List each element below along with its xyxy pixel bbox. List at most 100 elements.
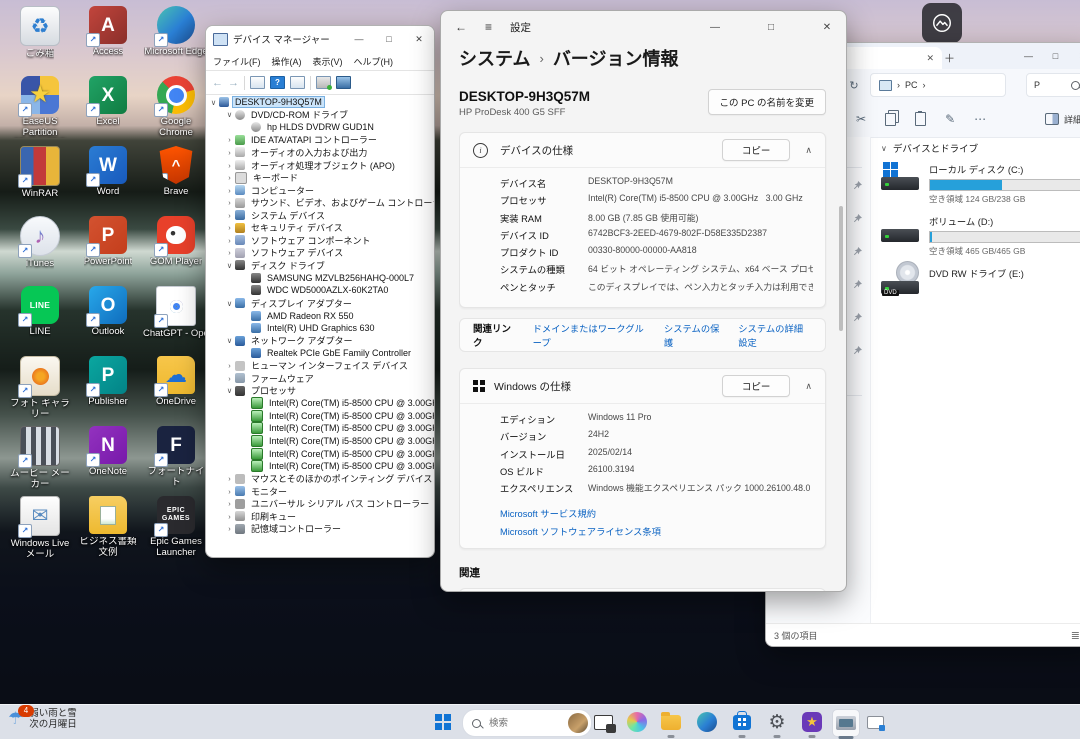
device-tree-item[interactable]: › セキュリティ デバイス [206, 221, 434, 234]
section-devices-and-drives[interactable]: ∨ デバイスとドライブ [881, 141, 1080, 155]
device-tree-item[interactable]: › マウスとそのほかのポインティング デバイス [206, 472, 434, 485]
view-toggle-icon[interactable]: ≣ [1071, 629, 1080, 642]
start-button[interactable] [430, 709, 456, 735]
license-link[interactable]: Microsoft ソフトウェアライセンス条項 [500, 524, 813, 538]
desktop-icon[interactable]: ^ ↗ Brave [142, 146, 210, 216]
edge-button[interactable] [694, 709, 720, 735]
weather-widget[interactable]: ☂4 弱い雨と雪 次の月曜日 [8, 708, 77, 730]
tray-app-button[interactable] [862, 709, 888, 735]
file-explorer-button[interactable] [658, 709, 684, 735]
refresh-icon[interactable]: ↻ [846, 79, 862, 92]
explorer-search-box[interactable]: P [1026, 73, 1080, 97]
drive-item[interactable]: ローカル ディスク (C:) 空き領域 124 GB/238 GB [881, 162, 1080, 205]
desktop-icon[interactable]: ♻ ごみ箱 [6, 6, 74, 76]
tree-expander-icon[interactable]: ∨ [224, 110, 235, 119]
scan-hardware-icon[interactable] [316, 76, 331, 89]
device-tree-item[interactable]: › コンピューター [206, 184, 434, 197]
minimize-button[interactable]: — [1015, 43, 1042, 69]
device-tree-item[interactable]: Intel(R) Core(TM) i5-8500 CPU @ 3.00GHz [206, 410, 434, 423]
device-tree-item[interactable]: ∨ ディスプレイ アダプター [206, 297, 434, 310]
device-tree-item[interactable]: › ソフトウェア デバイス [206, 247, 434, 260]
desktop-icon[interactable]: P ↗ Publisher [74, 356, 142, 426]
device-tree-item[interactable]: › IDE ATA/ATAPI コントローラー [206, 134, 434, 147]
tree-expander-icon[interactable]: › [224, 236, 235, 245]
easeus-button[interactable]: ★ [799, 709, 825, 735]
product-key-card[interactable]: プロダクト キーとライセンス認証 › [459, 588, 826, 591]
more-options-icon[interactable]: ⋯ [974, 112, 986, 126]
hamburger-menu-icon[interactable]: ≡ [485, 20, 492, 34]
copy-icon[interactable] [885, 113, 896, 126]
back-icon[interactable]: ← [455, 20, 467, 34]
device-tree-item[interactable]: › 印刷キュー [206, 510, 434, 523]
tree-expander-icon[interactable]: ∨ [224, 336, 235, 345]
device-tree-item[interactable]: › キーボード [206, 171, 434, 184]
tree-expander-icon[interactable]: › [224, 374, 235, 383]
close-button[interactable]: ✕ [1069, 43, 1080, 69]
device-tree-item[interactable]: ∨ ディスク ドライブ [206, 259, 434, 272]
close-button[interactable]: ✕ [808, 11, 846, 43]
new-tab-button[interactable]: ＋ [944, 50, 955, 66]
desktop-icon[interactable]: F ↗ フォートナイト [142, 426, 210, 496]
device-tree-item[interactable]: › ソフトウェア コンポーネント [206, 234, 434, 247]
related-link[interactable]: システムの保護 [664, 321, 721, 349]
desktop-icon[interactable]: ✉ ↗ Windows Live メール [6, 496, 74, 566]
monitor-icon[interactable] [336, 76, 351, 89]
breadcrumb[interactable]: › PC › [870, 73, 1006, 97]
scrollbar[interactable] [839, 206, 843, 331]
related-link[interactable]: ドメインまたはワークグループ [533, 321, 647, 349]
device-tree-item[interactable]: ∨ DESKTOP-9H3Q57M [206, 96, 434, 109]
taskbar-search-box[interactable] [462, 709, 592, 737]
device-tree-item[interactable]: Intel(R) Core(TM) i5-8500 CPU @ 3.00GHz [206, 422, 434, 435]
tab-close-icon[interactable]: ✕ [926, 53, 934, 64]
chevron-up-icon[interactable]: ∧ [805, 381, 812, 392]
tree-expander-icon[interactable]: › [224, 186, 235, 195]
desktop-icon[interactable]: LINE ↗ LINE [6, 286, 74, 356]
desktop-icon[interactable]: P ↗ PowerPoint [74, 216, 142, 286]
settings-button[interactable]: ⚙ [764, 709, 790, 735]
chevron-up-icon[interactable]: ∧ [805, 145, 812, 156]
related-link[interactable]: システムの詳細設定 [738, 321, 812, 349]
device-tree-item[interactable]: ∨ プロセッサ [206, 385, 434, 398]
device-manager-button[interactable] [832, 709, 860, 737]
help-icon[interactable]: ? [270, 76, 285, 89]
device-tree-item[interactable]: › システム デバイス [206, 209, 434, 222]
menu-item[interactable]: 操作(A) [272, 55, 302, 68]
desktop-icon[interactable]: ↗ フォト ギャラリー [6, 356, 74, 426]
properties-icon[interactable] [290, 76, 305, 89]
maximize-button[interactable]: □ [752, 11, 790, 43]
device-tree-item[interactable]: hp HLDS DVDRW GUD1N [206, 121, 434, 134]
forward-icon[interactable]: → [228, 77, 239, 89]
device-tree-item[interactable]: Realtek PCIe GbE Family Controller [206, 347, 434, 360]
copilot-button[interactable] [624, 709, 650, 735]
menu-item[interactable]: 表示(V) [313, 55, 343, 68]
desktop-icon[interactable]: ビジネス書類文例 [74, 496, 142, 566]
tree-expander-icon[interactable]: › [224, 474, 235, 483]
tree-expander-icon[interactable]: ∨ [224, 386, 235, 395]
desktop-icon[interactable]: ↗ WinRAR [6, 146, 74, 216]
menu-item[interactable]: ヘルプ(H) [354, 55, 394, 68]
device-tree-item[interactable]: Intel(R) Core(TM) i5-8500 CPU @ 3.00GHz [206, 460, 434, 473]
breadcrumb-system[interactable]: システム [459, 45, 530, 71]
microsoft-store-button[interactable] [729, 709, 755, 735]
tree-expander-icon[interactable]: › [224, 487, 235, 496]
license-link[interactable]: Microsoft サービス規約 [500, 506, 813, 520]
minimize-button[interactable]: — [696, 11, 734, 43]
desktop-icon[interactable]: EPIC GAMES ↗ Epic Games Launcher [142, 496, 210, 566]
maximize-button[interactable]: □ [1042, 43, 1069, 69]
device-tree-item[interactable]: ∨ ネットワーク アダプター [206, 334, 434, 347]
desktop-icon[interactable]: ☁ ↗ OneDrive [142, 356, 210, 426]
desktop-icon[interactable]: A ↗ Access [74, 6, 142, 76]
drive-item[interactable]: DVD DVD RW ドライブ (E:) [881, 266, 1080, 296]
device-spec-header[interactable]: i デバイスの仕様 コピー ∧ [460, 133, 825, 167]
device-tree-item[interactable]: Intel(R) Core(TM) i5-8500 CPU @ 3.00GHz [206, 447, 434, 460]
device-tree-item[interactable]: › ヒューマン インターフェイス デバイス [206, 359, 434, 372]
device-tree-item[interactable]: Intel(R) Core(TM) i5-8500 CPU @ 3.00GHz [206, 435, 434, 448]
paste-icon[interactable] [915, 112, 926, 126]
desktop-icon[interactable]: ↗ Microsoft Edge [142, 6, 210, 76]
close-button[interactable]: ✕ [404, 26, 434, 52]
desktop-icon[interactable]: O ↗ Outlook [74, 286, 142, 356]
device-tree-item[interactable]: WDC WD5000AZLX-60K2TA0 [206, 284, 434, 297]
tree-expander-icon[interactable]: › [224, 512, 235, 521]
device-tree-item[interactable]: SAMSUNG MZVLB256HAHQ-000L7 [206, 272, 434, 285]
task-view-button[interactable] [590, 709, 616, 735]
